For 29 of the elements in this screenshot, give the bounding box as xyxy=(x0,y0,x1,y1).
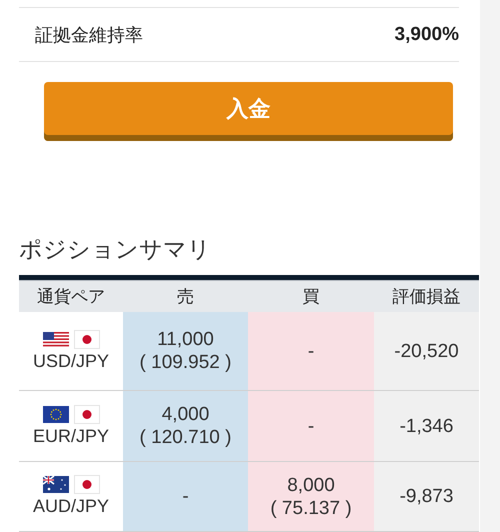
buy-amount: - xyxy=(308,414,314,438)
buy-amount: - xyxy=(308,340,314,362)
sell-amount: 11,000 xyxy=(157,328,214,351)
margin-ratio-label: 証拠金維持率 xyxy=(35,24,143,46)
column-header: 評価損益 xyxy=(374,280,479,312)
japan-flag-icon xyxy=(74,475,100,494)
currency-pair: EUR/JPY xyxy=(32,424,110,448)
column-header: 買 xyxy=(248,280,374,312)
japan-flag-icon xyxy=(74,330,100,348)
sell-amount: ( 120.710 ) xyxy=(140,426,232,449)
buy-amount: 8,000 xyxy=(287,474,335,496)
margin-ratio-value: 3,900% xyxy=(394,24,459,46)
column-header: 売 xyxy=(123,280,248,312)
japan-flag-icon xyxy=(74,404,100,424)
deposit-button[interactable]: 入金 xyxy=(44,82,453,141)
eu-flag-icon xyxy=(42,404,68,424)
section-title: ポジションサマリ xyxy=(19,236,212,265)
profit-loss-value: -20,520 xyxy=(394,340,459,362)
australia-flag-icon xyxy=(42,475,68,494)
column-header: 通貨ペア xyxy=(19,280,123,312)
us-flag-icon xyxy=(42,330,68,348)
sell-amount: 4,000 xyxy=(162,403,210,426)
buy-amount: ( 75.137 ) xyxy=(270,496,352,520)
currency-pair: AUD/JPY xyxy=(32,495,110,518)
sell-amount: ( 109.952 ) xyxy=(140,351,232,374)
profit-loss-value: -1,346 xyxy=(400,414,454,438)
profit-loss-value: -9,873 xyxy=(400,485,454,508)
currency-pair: USD/JPY xyxy=(32,350,110,372)
sell-amount: - xyxy=(182,485,189,508)
